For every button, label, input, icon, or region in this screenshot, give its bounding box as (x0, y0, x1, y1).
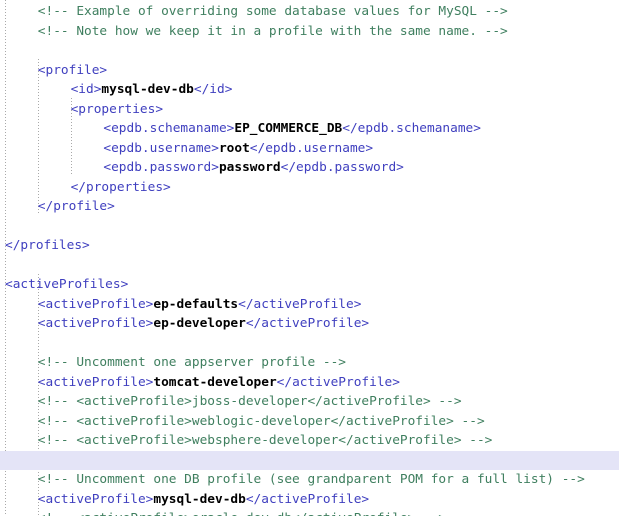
token-tag: </id> (193, 82, 233, 97)
token-tag: </activeProfile> (245, 316, 370, 331)
token-tag: <profile> (37, 62, 108, 78)
code-line[interactable]: <epdb.schemaname>EP_COMMERCE_DB</epdb.sc… (0, 119, 619, 139)
token-text: mysql-dev-db (153, 491, 246, 507)
token-comment: <!-- <activeProfile>oracle-dev-db</activ… (38, 509, 446, 516)
code-line[interactable]: <!-- <activeProfile>jboss-developer</act… (0, 392, 619, 412)
xml-code-editor[interactable]: <!-- Example of overriding some database… (0, 0, 619, 516)
code-line[interactable]: </profiles> (0, 236, 619, 256)
token-comment: <!-- Example of overriding some database… (37, 4, 508, 19)
token-tag: <epdb.schemaname> (103, 121, 235, 136)
token-tag: </profiles> (5, 238, 90, 253)
token-comment: <!-- Uncomment one DB profile (see grand… (37, 472, 585, 487)
code-line[interactable]: <profile> (0, 61, 619, 81)
code-line[interactable] (0, 256, 619, 276)
code-line[interactable]: <!-- Note how we keep it in a profile wi… (0, 22, 619, 42)
token-tag: </epdb.password> (280, 160, 404, 175)
token-comment: <!-- <activeProfile>jboss-developer</act… (37, 394, 462, 409)
token-tag: <epdb.username> (103, 140, 219, 156)
token-tag: <epdb.password> (103, 160, 219, 175)
code-line[interactable]: </profile> (0, 197, 619, 217)
token-tag: <activeProfile> (37, 491, 154, 507)
code-line[interactable]: <activeProfiles> (0, 275, 619, 295)
code-line[interactable]: <!-- Example of overriding some database… (0, 2, 619, 22)
token-comment: <!-- Note how we keep it in a profile wi… (37, 23, 508, 39)
token-tag: <properties> (70, 101, 164, 117)
token-text: mysql-dev-db (101, 82, 194, 97)
code-line[interactable]: <epdb.password>password</epdb.password> (0, 158, 619, 178)
token-tag: <activeProfiles> (5, 277, 129, 292)
code-line-highlighted[interactable] (0, 450, 619, 470)
token-text: EP_COMMERCE_DB (234, 121, 343, 136)
code-line[interactable]: <!-- Uncomment one DB profile (see grand… (0, 470, 619, 490)
code-line[interactable] (0, 217, 619, 237)
token-tag: <activeProfile> (37, 316, 154, 331)
token-text: tomcat-developer (153, 374, 277, 390)
token-tag: <activeProfile> (37, 374, 154, 390)
code-line[interactable]: <!-- <activeProfile>weblogic-developer</… (0, 412, 619, 432)
token-text: ep-developer (153, 316, 246, 331)
token-tag: </activeProfile> (276, 374, 400, 390)
code-line[interactable] (0, 334, 619, 354)
code-line[interactable]: <activeProfile>ep-developer</activeProfi… (0, 314, 619, 334)
code-line[interactable]: <!-- Uncomment one appserver profile --> (0, 353, 619, 373)
token-text: ep-defaults (153, 296, 239, 312)
code-line[interactable]: <activeProfile>ep-defaults</activeProfil… (0, 295, 619, 315)
token-comment: <!-- Uncomment one appserver profile --> (37, 355, 346, 370)
token-tag: </activeProfile> (245, 491, 370, 507)
code-line[interactable]: <epdb.username>root</epdb.username> (0, 139, 619, 159)
token-tag: </properties> (70, 179, 171, 195)
code-line[interactable] (0, 41, 619, 61)
token-comment: <!-- <activeProfile>websphere-developer<… (37, 433, 493, 448)
token-tag: <activeProfile> (37, 296, 154, 312)
token-text: root (218, 140, 250, 156)
token-tag: </activeProfile> (238, 296, 362, 312)
code-line[interactable]: <activeProfile>tomcat-developer</activeP… (0, 373, 619, 393)
code-line[interactable]: </properties> (0, 178, 619, 198)
token-tag: <id> (70, 82, 102, 97)
code-line[interactable]: <activeProfile>mysql-dev-db</activeProfi… (0, 490, 619, 510)
token-comment: <!-- <activeProfile>weblogic-developer</… (37, 413, 485, 429)
code-line[interactable]: <!-- <activeProfile>oracle-dev-db</activ… (0, 509, 619, 516)
token-tag: </epdb.schemaname> (342, 121, 481, 136)
code-lines[interactable]: <!-- Example of overriding some database… (0, 0, 619, 516)
token-tag: </epdb.username> (249, 140, 374, 156)
token-text: password (218, 160, 281, 175)
token-tag: </profile> (37, 199, 115, 214)
code-line[interactable]: <properties> (0, 100, 619, 120)
code-line[interactable]: <id>mysql-dev-db</id> (0, 80, 619, 100)
code-line[interactable]: <!-- <activeProfile>websphere-developer<… (0, 431, 619, 451)
